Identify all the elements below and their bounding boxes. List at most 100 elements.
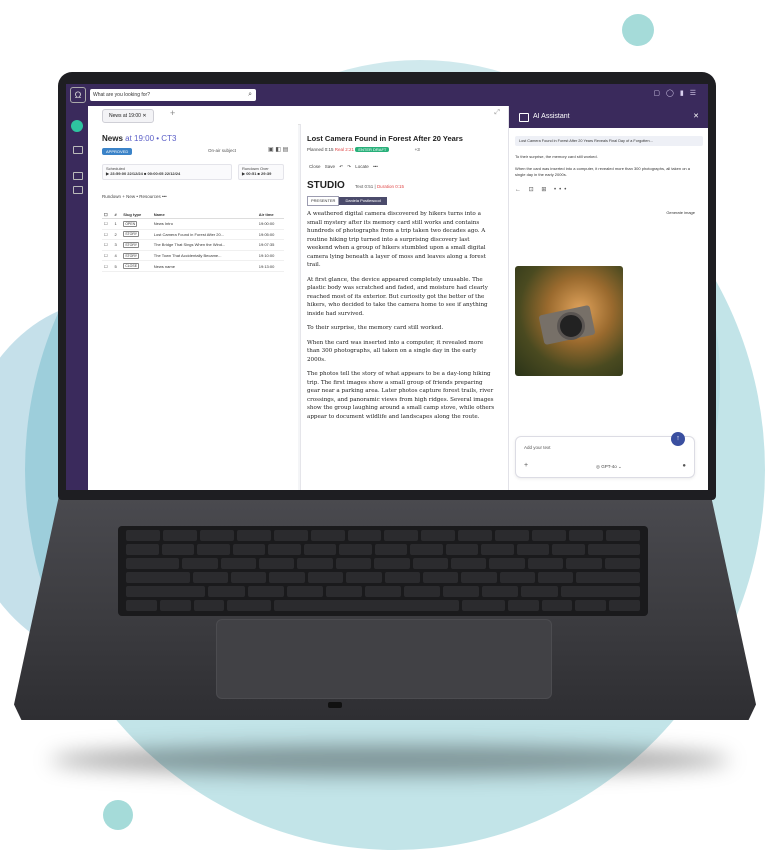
assistant-message: To their surprise, the memory card still… bbox=[515, 154, 598, 159]
ai-assistant-header: AI Assistant ✕ bbox=[509, 106, 708, 128]
row-time: 19:13:00 bbox=[256, 260, 284, 272]
story-extra-count[interactable]: +3 bbox=[415, 147, 420, 152]
lid-notch bbox=[328, 702, 342, 708]
presenter-bar: PRESENTER Daniela Postlewood bbox=[307, 196, 387, 206]
story-paragraph: The photos tell the story of what appear… bbox=[307, 371, 495, 420]
table-row[interactable]: ☐ 1 OPEN News Intro 19:00:00 bbox=[102, 218, 284, 230]
story-paragraph: To their surprise, the memory card still… bbox=[307, 325, 444, 331]
story-toolbar[interactable]: Close Save ↶ ↷ Locate ••• bbox=[309, 164, 378, 170]
table-row[interactable]: ☐ 4 STORY The Town That Accidentally Became… bbox=[102, 250, 284, 262]
story-paragraph: When the card was inserted into a comput… bbox=[307, 339, 484, 363]
rundown-over-box: Rundown Over ▶ 00:51 ■ 29:39 bbox=[238, 164, 284, 180]
slug-badge: STORY bbox=[123, 241, 140, 248]
row-checkbox[interactable]: ☐ bbox=[102, 260, 113, 272]
search-placeholder: What are you looking for? bbox=[93, 92, 150, 98]
assistant-message: When the card was inserted into a comput… bbox=[515, 166, 690, 177]
camera-lens-shape bbox=[557, 312, 585, 340]
row-name: News Intro bbox=[151, 218, 257, 230]
col-number: # bbox=[112, 210, 122, 219]
table-row[interactable]: ☐ 5 CLOSE News name 19:13:00 bbox=[102, 260, 284, 272]
row-time: 19:05:00 bbox=[256, 229, 284, 241]
table-row[interactable]: ☐ 2 STORY Lost Camera Found in Forest After… bbox=[102, 229, 284, 241]
left-navigation-rail bbox=[66, 106, 88, 490]
send-button[interactable]: ↑ bbox=[671, 432, 685, 446]
ai-assistant-panel: AI Assistant ✕ Lost Camera Found in Fore… bbox=[508, 106, 708, 490]
rundown-table: ☐ # Slug type Name Air time ☐ 1 OPEN News I… bbox=[102, 210, 284, 272]
global-search-input[interactable]: What are you looking for? ⌕ bbox=[90, 89, 256, 101]
microphone-icon[interactable]: ● bbox=[682, 463, 686, 469]
table-row[interactable]: ☐ 3 STORY The Bridge That Sings When the Wi… bbox=[102, 239, 284, 251]
search-icon[interactable]: ⌕ bbox=[248, 89, 252, 101]
planned-duration: Planned 0:15 bbox=[307, 147, 334, 152]
story-status-tag[interactable]: ENTER DRAFT bbox=[355, 147, 390, 152]
generated-camera-image[interactable] bbox=[515, 266, 623, 376]
row-checkbox[interactable]: ☐ bbox=[102, 229, 113, 241]
app-logo[interactable]: Ω bbox=[70, 87, 86, 103]
tab-news-rundown[interactable]: News at 19:00 ✕ bbox=[102, 109, 154, 123]
slug-badge: STORY bbox=[123, 252, 140, 259]
rundowns-nav-icon[interactable] bbox=[73, 146, 83, 154]
assistant-context[interactable]: Lost Camera Found in Forest After 20 Yea… bbox=[515, 136, 703, 146]
model-selector[interactable]: ◎ GPT-4o ⌄ bbox=[596, 464, 622, 470]
row-checkbox[interactable]: ☐ bbox=[102, 250, 113, 262]
row-checkbox[interactable]: ☐ bbox=[102, 239, 113, 251]
folder-nav-icon[interactable] bbox=[73, 172, 83, 180]
message-actions[interactable]: ← ⊡ ⊞ ••• bbox=[515, 186, 569, 193]
row-number: 3 bbox=[112, 239, 122, 251]
row-name: News name bbox=[151, 260, 257, 272]
studio-heading: STUDIO bbox=[307, 180, 345, 191]
story-title: Lost Camera Found in Forest After 20 Yea… bbox=[307, 134, 463, 143]
row-number: 5 bbox=[112, 260, 122, 272]
add-attachment-icon[interactable]: + bbox=[524, 462, 528, 469]
close-icon[interactable]: ✕ bbox=[693, 106, 699, 128]
laptop-screen: Ω What are you looking for? ⌕ ▢◯▮☰ News … bbox=[66, 84, 708, 490]
tab-label: News at 19:00 bbox=[109, 113, 141, 119]
rundown-title-time: at 19:00 • CT3 bbox=[125, 134, 177, 143]
scheduled-box: Scheduled ▶ 23:59:00 22/12/24 ■ 00:00:05… bbox=[102, 164, 232, 180]
studio-text-time: Text 0:51 bbox=[355, 184, 374, 189]
user-avatar-icon[interactable] bbox=[71, 120, 83, 132]
row-number: 4 bbox=[112, 250, 122, 262]
view-toggle-icons[interactable]: ▣ ◧ ▤ bbox=[268, 146, 288, 153]
expand-icon[interactable]: ⤢ bbox=[494, 109, 500, 117]
generate-image-button[interactable]: Generate image bbox=[666, 210, 695, 215]
scheduled-value: ▶ 23:59:00 22/12/24 ■ 00:00:05 22/12/24 bbox=[106, 171, 181, 176]
studio-duration: Duration 0:15 bbox=[376, 184, 404, 189]
real-duration: Real 2:21 bbox=[334, 147, 355, 152]
row-number: 1 bbox=[112, 218, 122, 230]
assistant-icon bbox=[519, 113, 529, 122]
subject-filter-dropdown[interactable]: On-air subject bbox=[208, 148, 236, 153]
ai-assistant-title: AI Assistant bbox=[533, 113, 570, 120]
select-all-checkbox[interactable]: ☐ bbox=[102, 210, 113, 219]
story-editor-panel: Lost Camera Found in Forest After 20 Yea… bbox=[300, 124, 509, 490]
laptop-shadow bbox=[50, 745, 730, 775]
table-header-row: ☐ # Slug type Name Air time bbox=[102, 210, 284, 219]
col-air-time: Air time bbox=[256, 210, 284, 219]
presenter-select[interactable]: Daniela Postlewood bbox=[339, 197, 387, 205]
people-nav-icon[interactable] bbox=[73, 186, 83, 194]
slug-badge: CLOSE bbox=[123, 263, 140, 270]
row-checkbox[interactable]: ☐ bbox=[102, 218, 113, 230]
row-time: 19:00:00 bbox=[256, 218, 284, 230]
top-bar-icons[interactable]: ▢◯▮☰ bbox=[653, 89, 702, 97]
story-body[interactable]: A weathered digital camera discovered by… bbox=[307, 210, 495, 427]
decor-dot-top-right bbox=[622, 14, 654, 46]
rundown-status-badge[interactable]: APPROVED bbox=[102, 148, 133, 155]
story-paragraph: A weathered digital camera discovered by… bbox=[307, 211, 486, 268]
slug-badge: STORY bbox=[123, 231, 140, 238]
add-tab-button[interactable]: + bbox=[170, 108, 175, 118]
row-time: 19:07:35 bbox=[256, 239, 284, 251]
rundown-panel: News at 19:00 • CT3 APPROVED On-air subj… bbox=[88, 124, 298, 490]
app-top-bar: Ω What are you looking for? ⌕ ▢◯▮☰ bbox=[66, 84, 708, 106]
rundown-title-name: News bbox=[102, 134, 123, 143]
assistant-input[interactable]: Add your text + ◎ GPT-4o ⌄ ● bbox=[515, 436, 695, 478]
row-number: 2 bbox=[112, 229, 122, 241]
row-name: Lost Camera Found in Forest After 20... bbox=[151, 229, 257, 241]
rundown-title: News at 19:00 • CT3 bbox=[102, 134, 176, 143]
arrow-up-icon: ↑ bbox=[676, 435, 680, 442]
rundown-toolbar[interactable]: Rundown + New • Resources ••• bbox=[102, 194, 167, 199]
trackpad bbox=[216, 619, 552, 699]
presenter-label: PRESENTER bbox=[307, 196, 340, 206]
row-time: 19:10:00 bbox=[256, 250, 284, 262]
close-icon[interactable]: ✕ bbox=[142, 113, 146, 119]
